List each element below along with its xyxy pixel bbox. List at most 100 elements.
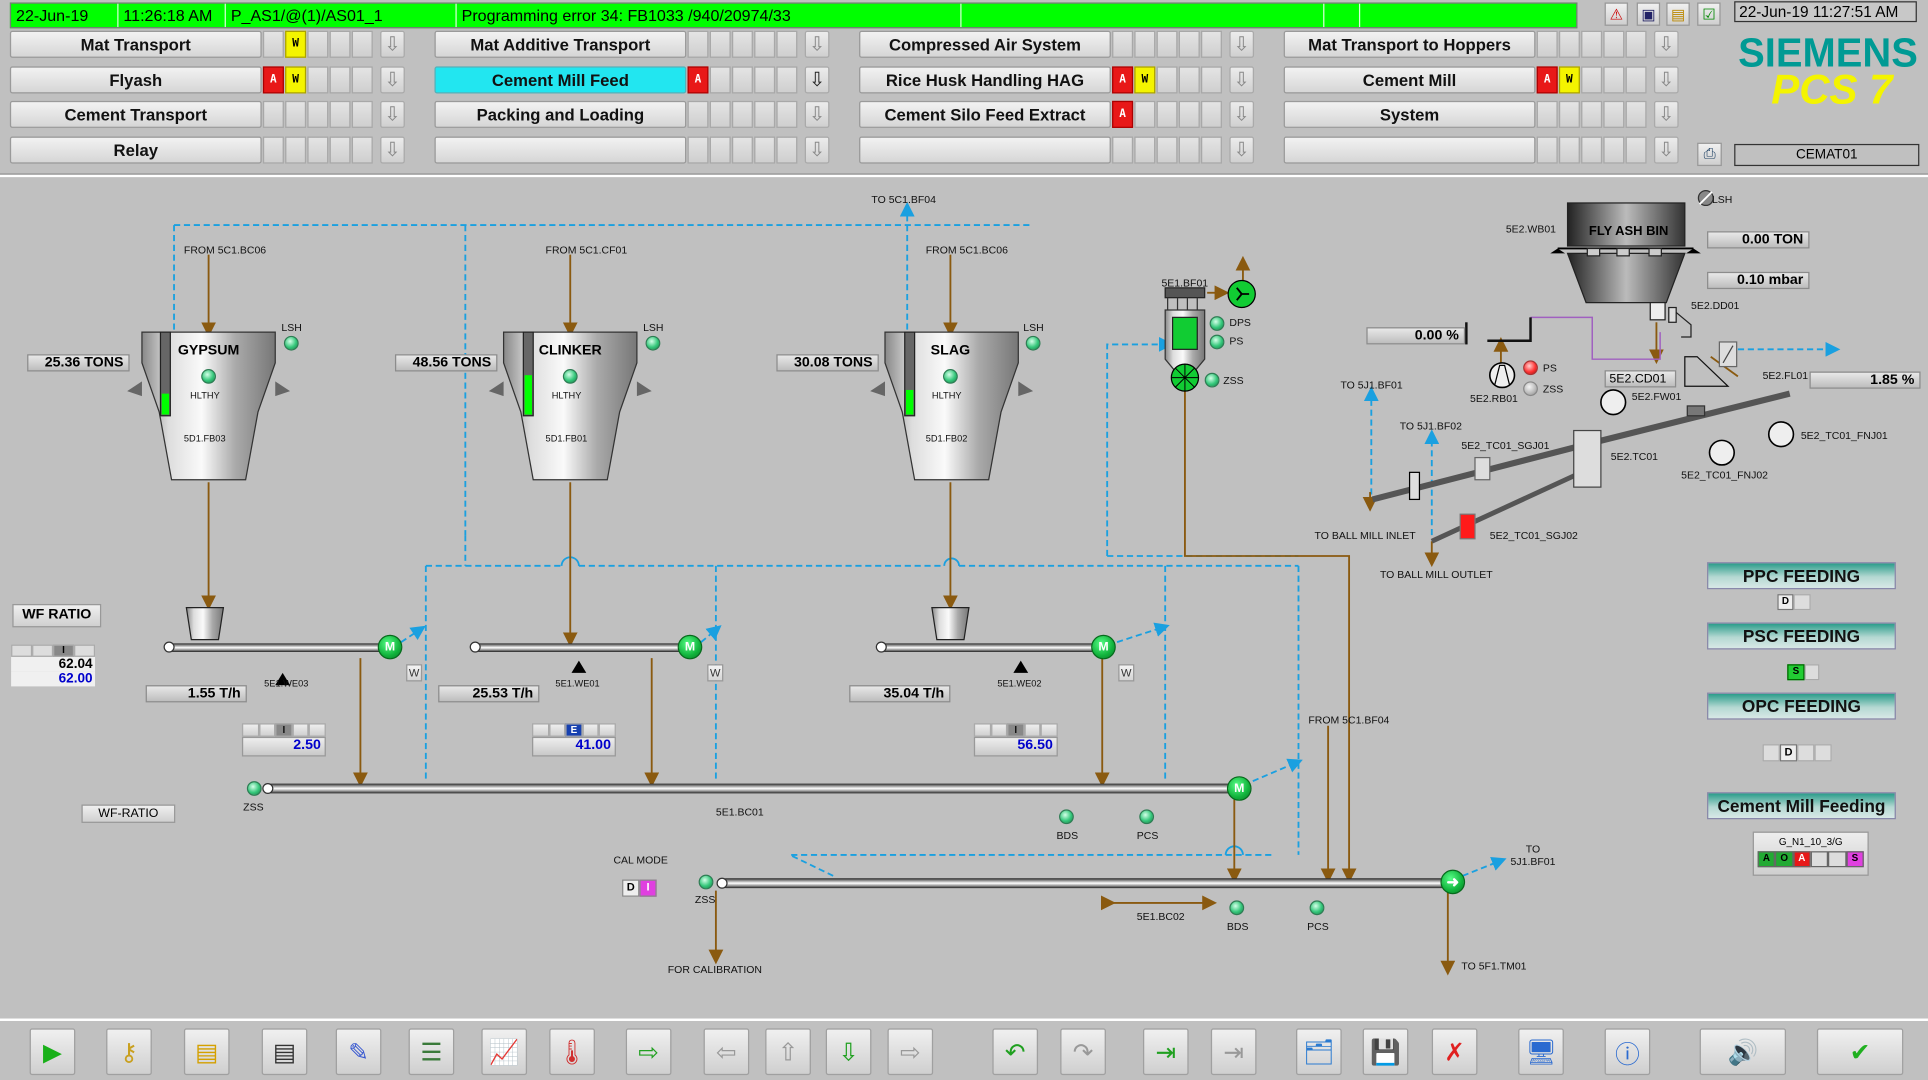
sp-mode-slag[interactable]: I (1007, 723, 1025, 737)
new-list-button[interactable]: ▤ (183, 1028, 230, 1076)
zss-bc01-lamp[interactable] (246, 781, 262, 796)
group-state-cell[interactable]: O (1775, 851, 1794, 868)
motor-bc01[interactable]: M (1226, 776, 1252, 801)
group-state-cell[interactable] (1810, 851, 1829, 868)
cal-mode-d[interactable]: D (622, 879, 640, 897)
wf-ratio-button[interactable]: WF RATIO (12, 603, 102, 628)
back-button[interactable]: ↶ (992, 1028, 1039, 1076)
setpoint-controller-clinker[interactable]: E 41.00 (531, 723, 616, 757)
arrow-down-button[interactable]: ⇩ (825, 1028, 872, 1076)
delete-tree-button[interactable]: ✗ (1431, 1028, 1478, 1076)
psc-feeding-button[interactable]: PSC FEEDING (1707, 622, 1896, 650)
info-button[interactable]: ⓘ (1604, 1028, 1651, 1076)
open-tree-button[interactable]: 🗂 (1296, 1028, 1342, 1076)
bds-bc02-lamp[interactable] (1229, 900, 1245, 916)
w-button-gypsum[interactable]: W (406, 664, 423, 682)
ppc-mode[interactable]: D (1777, 594, 1794, 611)
ack-all-button[interactable]: ✔ (1816, 1028, 1904, 1076)
fl01-number: 1.85 (1870, 372, 1898, 388)
motor-feeder-slag[interactable]: M (1091, 634, 1116, 660)
horn-ack-button[interactable]: 🔊 (1699, 1028, 1787, 1076)
start-button[interactable]: ▶ (29, 1028, 76, 1076)
motor-bc02[interactable]: ➜ (1440, 869, 1466, 895)
wf-ratio-controller[interactable]: I 62.04 62.00 (11, 644, 96, 687)
trend-button[interactable]: 📈 (481, 1028, 528, 1076)
lsh-lamp-slag[interactable] (1025, 335, 1041, 351)
hopper-name-gypsum: GYPSUM (177, 343, 240, 358)
arrow-right-button[interactable]: ⇨ (887, 1028, 934, 1076)
opc-feeding-button[interactable]: OPC FEEDING (1707, 692, 1896, 720)
arrow-up-icon: ⇧ (777, 1038, 799, 1066)
ppc-feeding-button[interactable]: PPC FEEDING (1707, 562, 1896, 590)
feed-rate-clinker: 25.53 T/h (438, 685, 540, 703)
arrow-right-icon: ⇨ (899, 1038, 921, 1066)
from-label-clinker: FROM 5C1.CF01 (545, 243, 628, 256)
arrow-left-button[interactable]: ⇦ (703, 1028, 750, 1076)
fnj01-tag: 5E2_TC01_FNJ01 (1800, 429, 1888, 442)
rb01-zss-lamp[interactable] (1523, 381, 1538, 397)
bf01-tag: 5E1.BF01 (1161, 276, 1209, 290)
motor-feeder-gypsum[interactable]: M (377, 634, 403, 660)
wf-ratio-link[interactable]: WF-RATIO (81, 804, 176, 823)
health-lamp-clinker[interactable] (562, 369, 578, 384)
pen-button[interactable]: ✎ (335, 1028, 382, 1076)
pcs-bc01-lamp[interactable] (1139, 809, 1155, 825)
cement-mill-feeding-button[interactable]: Cement Mill Feeding (1707, 792, 1896, 820)
forward-button[interactable]: ↷ (1060, 1028, 1106, 1076)
group-state-cell[interactable]: A (1757, 851, 1776, 868)
dps-lamp[interactable] (1209, 316, 1225, 331)
monitor-button[interactable]: 🖥 (1518, 1028, 1564, 1076)
w-button-clinker[interactable]: W (707, 664, 724, 682)
logout-button[interactable]: ⇥ (1210, 1028, 1257, 1076)
cement-mill-feeding-group[interactable]: G_N1_10_3/G AOA S (1752, 831, 1869, 876)
login-button[interactable]: ⇥ (1142, 1028, 1189, 1076)
lsh-lamp-clinker[interactable] (645, 335, 661, 351)
psc-mode[interactable]: S (1787, 664, 1805, 681)
w-button-slag[interactable]: W (1118, 664, 1135, 682)
motor-feeder-clinker[interactable]: M (677, 634, 703, 660)
sp-cell (531, 723, 549, 737)
opc-mode[interactable]: D (1779, 744, 1798, 762)
sp-mode-clinker[interactable]: E (565, 723, 583, 737)
save-tree-button[interactable]: 💾 (1362, 1028, 1409, 1076)
arrow-up-button[interactable]: ⇧ (765, 1028, 811, 1076)
ppc-mode-switch[interactable]: D (1777, 594, 1811, 611)
screen-change-button[interactable]: ⇨ (625, 1028, 672, 1076)
setpoint-value-slag[interactable]: 56.50 (973, 736, 1058, 757)
weigher-tag-clinker: 5E1.WE01 (555, 677, 600, 689)
health-lamp-slag[interactable] (943, 369, 958, 384)
dd01-tag: 5E2.DD01 (1690, 298, 1740, 312)
cal-mode-switch[interactable]: D I (622, 879, 657, 897)
rb01-ps-lamp[interactable] (1523, 360, 1538, 376)
zss-bf01-lamp[interactable] (1204, 372, 1220, 388)
pcs-bc02-lamp[interactable] (1309, 900, 1325, 916)
ps-lamp[interactable] (1209, 334, 1225, 350)
group-state-cell[interactable]: S (1846, 851, 1864, 868)
setpoint-value-clinker[interactable]: 41.00 (531, 736, 616, 757)
health-lamp-gypsum[interactable] (201, 369, 217, 384)
key-icon: ⚷ (119, 1038, 139, 1066)
sp-mode-gypsum[interactable]: I (275, 723, 293, 737)
cal-mode-i[interactable]: I (639, 879, 657, 897)
setpoint-controller-gypsum[interactable]: I 2.50 (241, 723, 326, 757)
lsh-label-clinker: LSH (643, 321, 664, 334)
setpoint-value-gypsum[interactable]: 2.50 (241, 736, 326, 757)
signal-line (1252, 758, 1303, 782)
bds-bc01-lamp[interactable] (1059, 809, 1074, 825)
psc-mode-switch[interactable]: S (1787, 664, 1820, 681)
level-number: 48.56 (412, 355, 449, 371)
thermometer-button[interactable]: 🌡 (549, 1028, 595, 1076)
opc-mode-switch[interactable]: D (1762, 744, 1832, 762)
health-label-clinker: HLTHY (551, 389, 582, 402)
new-list-c-button[interactable]: ▤ (261, 1028, 308, 1076)
zss-bc02-lamp[interactable] (698, 874, 714, 890)
setpoint-controller-slag[interactable]: I 56.50 (973, 723, 1058, 757)
group-state-cell[interactable]: A (1793, 851, 1811, 868)
lsh-lamp-gypsum[interactable] (283, 335, 299, 351)
list-button[interactable]: ☰ (408, 1028, 455, 1076)
pcs7-operator-screen: 22-Jun-19 11:26:18 AM P_AS1/@(1)/AS01_1 … (0, 0, 1928, 1080)
feed-rate-unit: T/h (922, 686, 945, 702)
for-calibration-label: FOR CALIBRATION (667, 963, 763, 976)
key-button[interactable]: ⚷ (106, 1028, 152, 1076)
group-state-cell[interactable] (1828, 851, 1847, 868)
